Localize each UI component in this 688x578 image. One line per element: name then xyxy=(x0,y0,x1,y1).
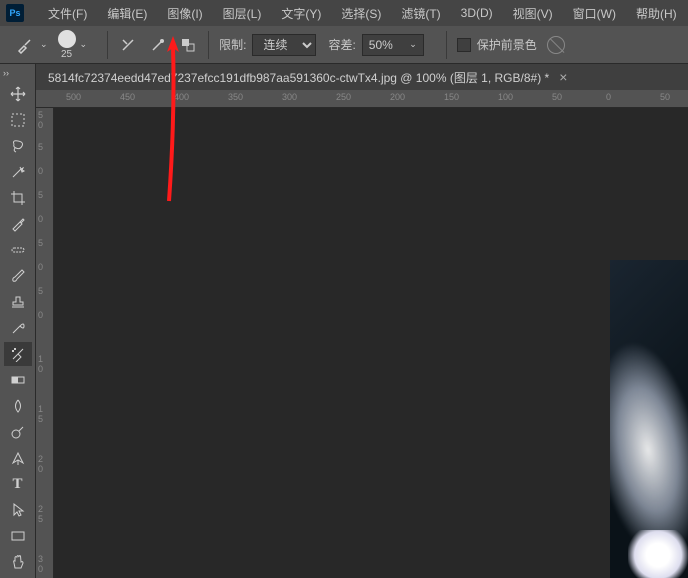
brush-dot-icon xyxy=(58,30,76,48)
type-tool[interactable]: T xyxy=(4,472,32,496)
menu-help[interactable]: 帮助(H) xyxy=(626,5,687,22)
tolerance-input[interactable]: 50%⌄ xyxy=(362,34,424,56)
separator xyxy=(107,31,108,59)
eyedropper-tool[interactable] xyxy=(4,212,32,236)
separator xyxy=(208,31,209,59)
pen-tool[interactable] xyxy=(4,446,32,470)
document-canvas[interactable] xyxy=(610,260,688,578)
menu-layer[interactable]: 图层(L) xyxy=(213,5,272,22)
vertical-ruler: 5 0 5 0 5 0 5 0 5 0 1 0 1 5 2 0 2 5 3 0 xyxy=(36,108,54,578)
options-bar: ⌄ 25 ⌄ 限制: 连续 容差: 50%⌄ 保护前景色 xyxy=(0,26,688,64)
history-brush-tool[interactable] xyxy=(4,316,32,340)
close-tab-icon[interactable]: × xyxy=(559,69,567,85)
blur-tool[interactable] xyxy=(4,394,32,418)
brush-size-label: 25 xyxy=(61,49,72,60)
move-tool[interactable] xyxy=(4,82,32,106)
menu-bar: Ps 文件(F) 编辑(E) 图像(I) 图层(L) 文字(Y) 选择(S) 滤… xyxy=(0,0,688,26)
heal-tool[interactable] xyxy=(4,238,32,262)
brush-dropdown[interactable]: ⌄ xyxy=(80,39,88,50)
path-select-tool[interactable] xyxy=(4,498,32,522)
pressure-icon[interactable] xyxy=(547,36,565,54)
magic-wand-tool[interactable] xyxy=(4,160,32,184)
horizontal-ruler: 500 450 400 350 300 250 200 150 100 50 0… xyxy=(36,90,688,108)
menu-view[interactable]: 视图(V) xyxy=(503,5,563,22)
sample-swatch-icon[interactable] xyxy=(178,35,198,55)
rectangle-tool[interactable] xyxy=(4,524,32,548)
separator xyxy=(446,31,447,59)
limit-select[interactable]: 连续 xyxy=(252,34,316,56)
menu-edit[interactable]: 编辑(E) xyxy=(97,5,157,22)
tool-preset-dropdown[interactable]: ⌄ xyxy=(40,39,48,50)
crop-tool[interactable] xyxy=(4,186,32,210)
menu-3d[interactable]: 3D(D) xyxy=(451,6,503,20)
document-tab-bar: 5814fc72374eedd47ed7237efcc191dfb987aa59… xyxy=(0,64,688,90)
sample-contiguous-icon[interactable] xyxy=(118,35,138,55)
marquee-tool[interactable] xyxy=(4,108,32,132)
menu-file[interactable]: 文件(F) xyxy=(38,5,97,22)
dodge-tool[interactable] xyxy=(4,420,32,444)
canvas-area[interactable] xyxy=(54,108,688,578)
image-content xyxy=(628,530,688,578)
menu-filter[interactable]: 滤镜(T) xyxy=(391,5,450,22)
protect-foreground-label: 保护前景色 xyxy=(477,36,537,53)
lasso-tool[interactable] xyxy=(4,134,32,158)
brush-tool[interactable] xyxy=(4,264,32,288)
protect-foreground-checkbox[interactable] xyxy=(457,38,471,52)
hand-tool[interactable] xyxy=(4,550,32,574)
brush-preview[interactable]: 25 xyxy=(58,30,76,60)
background-eraser-tool[interactable] xyxy=(4,342,32,366)
menu-select[interactable]: 选择(S) xyxy=(331,5,391,22)
menu-type[interactable]: 文字(Y) xyxy=(271,5,331,22)
photoshop-logo: Ps xyxy=(6,4,24,22)
limit-label: 限制: xyxy=(219,36,246,53)
document-tab[interactable]: 5814fc72374eedd47ed7237efcc191dfb987aa59… xyxy=(48,69,549,86)
sample-once-icon[interactable] xyxy=(148,35,168,55)
menu-image[interactable]: 图像(I) xyxy=(157,5,212,22)
toolbox: ›› T xyxy=(0,64,36,578)
tolerance-label: 容差: xyxy=(328,36,355,53)
expand-toolbox-icon[interactable]: ›› xyxy=(3,68,9,78)
stamp-tool[interactable] xyxy=(4,290,32,314)
current-tool-icon[interactable] xyxy=(14,34,36,56)
menu-window[interactable]: 窗口(W) xyxy=(563,5,626,22)
gradient-tool[interactable] xyxy=(4,368,32,392)
